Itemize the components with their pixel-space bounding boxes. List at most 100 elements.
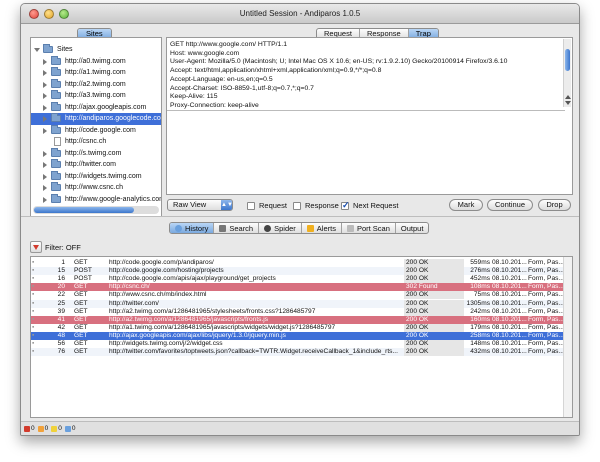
minimize-window-button[interactable] [44,9,54,19]
history-time: 160ms [470,315,490,323]
history-time: 276ms [470,267,490,275]
zoom-window-button[interactable] [59,9,69,19]
tree-item[interactable]: http://twitter.com [31,159,161,171]
scroll-down-arrow-icon[interactable] [565,101,571,105]
row-icon: ▪ [32,259,35,266]
table-row[interactable]: ▪ 22 GET http://www.csnc.ch/mb/index.html 20… [31,291,564,300]
table-row[interactable]: ▪ 39 GET http://a2.twimg.com/a/1286481965/s… [31,307,564,316]
tree-label: Sites [57,46,73,53]
request-vertical-scrollbar[interactable] [563,39,571,107]
trap-request-checkbox[interactable]: Request [247,201,287,210]
tab-spider[interactable]: Spider [259,223,302,233]
mark-button[interactable]: Mark [449,199,483,211]
expand-triangle-icon[interactable] [43,127,47,134]
history-date: 08.10.201... [492,323,527,331]
expand-triangle-icon[interactable] [43,162,47,168]
history-date: 08.10.201... [492,283,527,291]
close-window-button[interactable] [29,9,39,19]
tab-output[interactable]: Output [396,223,429,233]
history-status: 200 OK [404,267,464,276]
tree-item[interactable]: http://widgets.twimg.com [31,170,161,183]
sites-tree[interactable]: Sites http://a0.twimg.com http://a1.twimg.… [30,37,162,217]
folder-icon [51,182,61,191]
drop-button[interactable]: Drop [538,199,571,211]
folder-icon [43,44,53,53]
history-time: 148ms [470,340,490,347]
scrollbar-thumb[interactable] [34,207,134,213]
history-time: 108ms [470,283,490,291]
tree-item[interactable]: http://a2.twimg.com [31,78,161,91]
expand-triangle-icon[interactable] [43,58,47,65]
tree-item[interactable]: http://a3.twimg.com [31,90,161,102]
expand-triangle-icon[interactable] [43,196,47,203]
trap-response-checkbox[interactable]: Response [293,201,339,210]
table-row[interactable]: ▪ 42 GET http://a1.twimg.com/a/1286481965/j… [31,323,564,332]
table-row[interactable]: ▪ 76 GET http://twitter.com/favorites/toptw… [31,348,564,357]
tree-item[interactable]: http://www.csnc.ch [31,182,161,194]
expand-triangle-icon[interactable] [43,81,47,88]
expand-triangle-icon[interactable] [43,185,47,191]
expand-triangle-icon[interactable] [43,104,47,111]
row-icon: ▪ [32,291,35,299]
tree-label: http://widgets.twimg.com [65,172,142,180]
history-status: 200 OK [404,323,464,332]
checkbox-box[interactable] [293,201,301,210]
history-method: GET [74,315,88,323]
header-body-divider[interactable] [167,110,565,111]
tree-item[interactable]: http://a0.twimg.com [31,55,161,68]
tree-item[interactable]: http://ajax.googleapis.com [31,101,161,114]
checkbox-box-checked[interactable] [341,200,350,211]
tab-history[interactable]: History [170,223,215,233]
table-row[interactable]: ▪ 41 GET http://a2.twimg.com/a/1286481965/j… [31,315,564,324]
expand-triangle-icon[interactable] [43,173,47,180]
table-row[interactable]: ▪ 20 GET http://csnc.ch/302 Found 108ms 08.10… [31,283,564,292]
scroll-up-arrow-icon[interactable] [565,95,571,99]
table-row[interactable]: ▪ 56 GET http://widgets.twimg.com/j/2/widge… [31,340,564,349]
table-row[interactable]: ▪ 1 GET http://code.google.com/p/andiparos/… [31,259,564,268]
continue-button[interactable]: Continue [487,199,533,211]
view-select[interactable]: Raw View ▲▼ [167,199,233,211]
tab-port-scan[interactable]: Port Scan [342,223,396,233]
table-row[interactable]: ▪ 16 POST http://code.google.com/apis/ajax/… [31,275,564,284]
port-scan-icon [346,224,354,232]
tab-alerts[interactable]: Alerts [302,223,342,233]
tree-item[interactable]: http://code.google.com [31,124,161,137]
tree-horizontal-scrollbar[interactable] [33,206,159,214]
tab-search[interactable]: Search [214,223,260,233]
table-row[interactable]: ▪ 15 POST http://code.google.com/hosting/pr… [31,267,564,276]
tree-item[interactable]: http://www.google-analytics.com [31,193,161,206]
next-request-checkbox[interactable]: Next Request [341,200,398,211]
tree-item[interactable]: http://andiparos.googlecode.com [31,113,161,125]
history-date: 08.10.201... [492,267,527,275]
folder-icon [51,159,61,168]
tree-item[interactable]: http://a1.twimg.com [31,67,161,79]
request-text-area[interactable]: GET http://www.google.com/ HTTP/1.1 Host:… [170,41,562,111]
filter-button[interactable] [30,241,42,253]
history-vertical-scrollbar[interactable] [563,257,572,417]
tree-label: http://a1.twimg.com [65,69,126,76]
scrollbar-thumb[interactable] [565,49,570,71]
history-note: Form, Pas... [528,299,564,307]
checkbox-box[interactable] [247,201,255,210]
table-row[interactable]: ▪ 25 GET http://twitter.com/200 OK 1305ms 08.… [31,299,564,308]
history-note: Form, Pas... [528,307,564,315]
expand-triangle-icon[interactable] [43,70,47,76]
request-editor[interactable]: GET http://www.google.com/ HTTP/1.1 Host:… [166,37,573,195]
history-url: http://www.csnc.ch/mb/index.html [109,291,207,299]
tree-label: http://ajax.googleapis.com [65,103,147,111]
panel-divider[interactable] [21,216,579,217]
tree-root-sites[interactable]: Sites [31,44,161,56]
table-row[interactable]: ▪ 48 GET http://ajax.googleapis.com/ajax/li… [31,331,564,340]
expand-triangle-icon[interactable] [43,93,47,99]
history-table[interactable]: ▪ 1 GET http://code.google.com/p/andiparos/… [30,256,573,418]
expand-triangle-icon[interactable] [34,48,40,52]
alert-count: 0 [37,425,48,432]
status-bar: 0000 [21,421,579,435]
expand-triangle-icon[interactable] [43,116,47,122]
tree-item[interactable]: http://csnc.ch [31,136,161,148]
history-id: 42 [57,323,65,331]
tree-item[interactable]: http://s.twimg.com [31,147,161,160]
expand-triangle-icon[interactable] [43,150,47,157]
title-bar: Untitled Session - Andiparos 1.0.5 [21,4,579,24]
history-time: 432ms [470,348,490,356]
